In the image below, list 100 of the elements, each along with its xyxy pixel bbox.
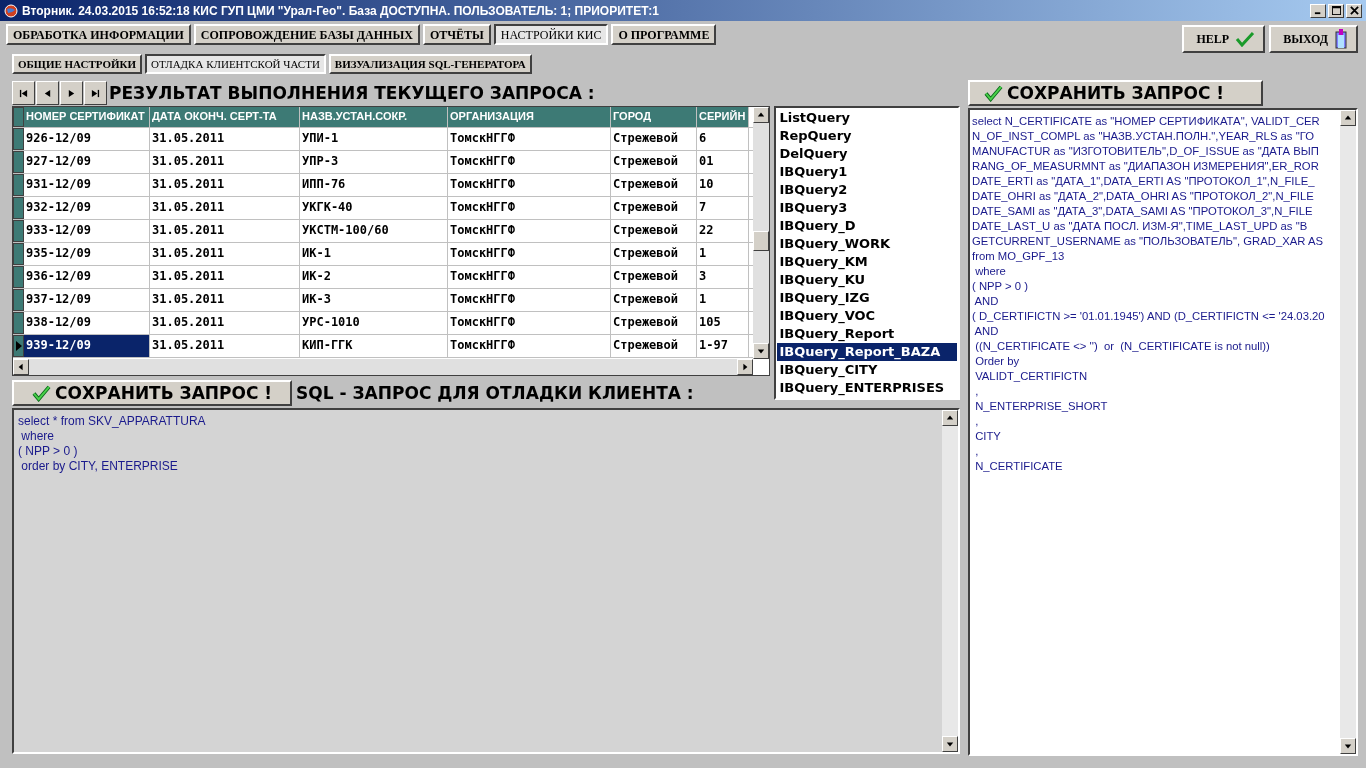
column-header[interactable]: НОМЕР СЕРТИФИКАТ bbox=[24, 107, 150, 127]
checkmark-icon bbox=[984, 84, 1003, 102]
query-list-item[interactable]: ListQuery bbox=[777, 109, 957, 127]
previous-record-button[interactable] bbox=[36, 81, 59, 105]
vertical-scrollbar[interactable] bbox=[942, 410, 958, 752]
close-button[interactable] bbox=[1346, 3, 1362, 18]
menu-tab[interactable]: ОТЧЁТЫ bbox=[422, 24, 491, 45]
last-icon bbox=[91, 88, 100, 98]
menu-tab[interactable]: НАСТРОЙКИ КИС bbox=[493, 24, 609, 45]
table-cell: ТомскНГГФ bbox=[448, 243, 611, 265]
table-cell: Стрежевой bbox=[611, 289, 697, 311]
table-cell: УПИ-1 bbox=[300, 128, 448, 150]
close-icon bbox=[1349, 6, 1359, 15]
scroll-down-button[interactable] bbox=[942, 736, 958, 752]
table-cell: Стрежевой bbox=[611, 128, 697, 150]
table-cell: УПР-3 bbox=[300, 151, 448, 173]
generated-sql-editor[interactable] bbox=[968, 108, 1358, 756]
maximize-icon bbox=[1331, 6, 1341, 15]
table-cell: Стрежевой bbox=[611, 266, 697, 288]
table-cell: 937-12/09 bbox=[24, 289, 150, 311]
table-cell: 936-12/09 bbox=[24, 266, 150, 288]
table-cell: 31.05.2011 bbox=[150, 312, 300, 334]
query-list-item[interactable]: IBQuery1 bbox=[777, 163, 957, 181]
window-title: Вторник. 24.03.2015 16:52:18 КИС ГУП ЦМИ "Урал-Гео". База ДОСТУПНА. ПОЛЬЗОВАТЕЛЬ: 1; ПРИОРИТЕТ:1 bbox=[22, 3, 659, 18]
triangle-right-icon bbox=[741, 363, 750, 371]
table-cell: УКГК-40 bbox=[300, 197, 448, 219]
query-list-item[interactable]: IBQuery3 bbox=[777, 199, 957, 217]
scroll-up-button[interactable] bbox=[1340, 110, 1356, 126]
scroll-right-button[interactable] bbox=[737, 359, 754, 375]
help-button[interactable]: HELP bbox=[1182, 25, 1266, 53]
query-list-item[interactable]: IBQuery_IZG bbox=[777, 289, 957, 307]
query-list-item[interactable]: IBQuery_Report bbox=[777, 325, 957, 343]
next-record-button[interactable] bbox=[60, 81, 83, 105]
query-list-item[interactable]: IBQuery_CITY bbox=[777, 361, 957, 379]
query-list-item[interactable]: IBQuery_VOC bbox=[777, 307, 957, 325]
query-list-item[interactable]: RepQuery bbox=[777, 127, 957, 145]
table-cell: Стрежевой bbox=[611, 243, 697, 265]
column-header[interactable]: ДАТА ОКОНЧ. СЕРТ-ТА bbox=[150, 107, 300, 127]
menu-tab[interactable]: СОПРОВОЖДЕНИЕ БАЗЫ ДАННЫХ bbox=[193, 24, 420, 45]
settings-tab[interactable]: ОТЛАДКА КЛИЕНТСКОЙ ЧАСТИ bbox=[145, 54, 326, 74]
vertical-scrollbar[interactable] bbox=[753, 107, 770, 359]
save-query-button[interactable]: СОХРАНИТЬ ЗАПРОС ! bbox=[968, 80, 1263, 106]
column-header[interactable]: СЕРИЙН bbox=[697, 107, 749, 127]
sql-text: select N_CERTIFICATE as "НОМЕР СЕРТИФИКАТА", VALIDT_CER N_OF_INST_COMPL as "НАЗВ.УСТАН.ПОЛН.",YEAR_RLS as "ГО MANUFACTUR as "ИЗГОТОВИТЕЛЬ",D_OF_ISSUE as "ДАТА ВЫП RANG_OF_MEASURMNT as "ДИАПАЗОН ИЗМЕРЕНИЯ",ER_ROR DATE_ERTI as "ДАТА_1",DATA_ERTI AS "ПРОТОКОЛ_1",N_FILE_ DATE_OHRI as "ДАТА_2",DATA_OHRI AS "ПРОТОКОЛ_2",N_FILE DATE_SAMI as "ДАТА_3",DATA_SAMI AS "ПРОТОКОЛ_3",N_FILE DATE_LAST_U as "ДАТА ПОСЛ. ИЗМ-Я",TIME_LAST_UPD as "В GETCURRENT_USERNAME as "ПОЛЬЗОВАТЕЛЬ", GRAD_XAR AS from MO_GPF_13 where ( NPP > 0 ) AND ( D_CERTIFICTN >= '01.01.1945') AND (D_CERTIFICTN <= '24.03.20 AND ((N_CERTIFICATE <> '') or (N_CERTIFICATE is not null)) Order by VALIDT_CERTIFICTN , N_ENTERPRISE_SHORT , CITY , N_CERTIFICATE bbox=[971, 114, 1326, 474]
scroll-down-button[interactable] bbox=[1340, 738, 1356, 754]
maximize-button[interactable] bbox=[1328, 3, 1344, 18]
scroll-down-button[interactable] bbox=[753, 343, 770, 359]
query-list-item[interactable]: IBQuery_D bbox=[777, 217, 957, 235]
scroll-up-button[interactable] bbox=[753, 107, 770, 123]
save-query-button[interactable]: СОХРАНИТЬ ЗАПРОС ! bbox=[12, 380, 293, 406]
table-cell: 932-12/09 bbox=[24, 197, 150, 219]
query-list-item[interactable]: IBQuery_Report_BAZA bbox=[777, 343, 957, 361]
table-cell: 105 bbox=[697, 312, 749, 334]
triangle-down-icon bbox=[946, 740, 954, 748]
table-cell: ТомскНГГФ bbox=[448, 289, 611, 311]
triangle-up-icon bbox=[1344, 114, 1352, 122]
settings-tab[interactable]: ОБЩИЕ НАСТРОЙКИ bbox=[12, 54, 143, 74]
scroll-up-button[interactable] bbox=[942, 410, 958, 426]
table-cell: Стрежевой bbox=[611, 174, 697, 196]
table-cell: Стрежевой bbox=[611, 151, 697, 173]
scroll-thumb[interactable] bbox=[753, 231, 770, 251]
table-cell: 7 bbox=[697, 197, 749, 219]
query-list-item[interactable]: IBQuery_KM bbox=[777, 253, 957, 271]
table-cell: 6 bbox=[697, 128, 749, 150]
settings-tab[interactable]: ВИЗУАЛИЗАЦИЯ SQL-ГЕНЕРАТОРА bbox=[328, 54, 532, 74]
horizontal-scrollbar[interactable] bbox=[13, 359, 754, 375]
exit-button[interactable]: ВЫХОД bbox=[1269, 25, 1358, 53]
triangle-right-icon bbox=[67, 88, 76, 98]
table-cell: 935-12/09 bbox=[24, 243, 150, 265]
triangle-left-icon bbox=[43, 88, 52, 98]
table-cell: ТомскНГГФ bbox=[448, 197, 611, 219]
table-cell: 22 bbox=[697, 220, 749, 242]
query-list-item[interactable]: IBQuery_ENTERPRISES bbox=[777, 379, 957, 397]
table-cell: 927-12/09 bbox=[24, 151, 150, 173]
minimize-button[interactable] bbox=[1310, 3, 1326, 18]
table-cell: ИК-2 bbox=[300, 266, 448, 288]
table-cell: ТомскНГГФ bbox=[448, 266, 611, 288]
column-header[interactable]: ОРГАНИЗАЦИЯ bbox=[448, 107, 611, 127]
column-header[interactable]: НАЗВ.УСТАН.СОКР. bbox=[300, 107, 448, 127]
first-record-button[interactable] bbox=[12, 81, 35, 105]
table-cell: 10 bbox=[697, 174, 749, 196]
table-cell: 31.05.2011 bbox=[150, 197, 300, 219]
sql-editor[interactable]: select * from SKV_APPARATTURA where ( NPP > 0 ) order by CITY, ENTERPRISE bbox=[12, 408, 960, 754]
query-list-item[interactable]: IBQuery_WORK bbox=[777, 235, 957, 253]
table-cell: ИПП-76 bbox=[300, 174, 448, 196]
column-header[interactable]: ГОРОД bbox=[611, 107, 697, 127]
query-list-item[interactable]: IBQuery2 bbox=[777, 181, 957, 199]
last-record-button[interactable] bbox=[84, 81, 107, 105]
query-list-item[interactable]: DelQuery bbox=[777, 145, 957, 163]
table-cell: ИК-3 bbox=[300, 289, 448, 311]
table-cell: ИК-1 bbox=[300, 243, 448, 265]
checkmark-icon bbox=[32, 384, 51, 402]
vertical-scrollbar[interactable] bbox=[1340, 110, 1356, 754]
row-indicator[interactable] bbox=[13, 335, 24, 357]
menu-tab[interactable]: ОБРАБОТКА ИНФОРМАЦИИ bbox=[6, 24, 191, 45]
menu-tab[interactable]: О ПРОГРАММЕ bbox=[611, 24, 717, 45]
sql-heading: SQL - ЗАПРОС ДЛЯ ОТЛАДКИ КЛИЕНТА : bbox=[296, 383, 694, 403]
scroll-left-button[interactable] bbox=[13, 359, 29, 375]
table-cell: 938-12/09 bbox=[24, 312, 150, 334]
query-list-item[interactable]: IBQuery_KU bbox=[777, 271, 957, 289]
